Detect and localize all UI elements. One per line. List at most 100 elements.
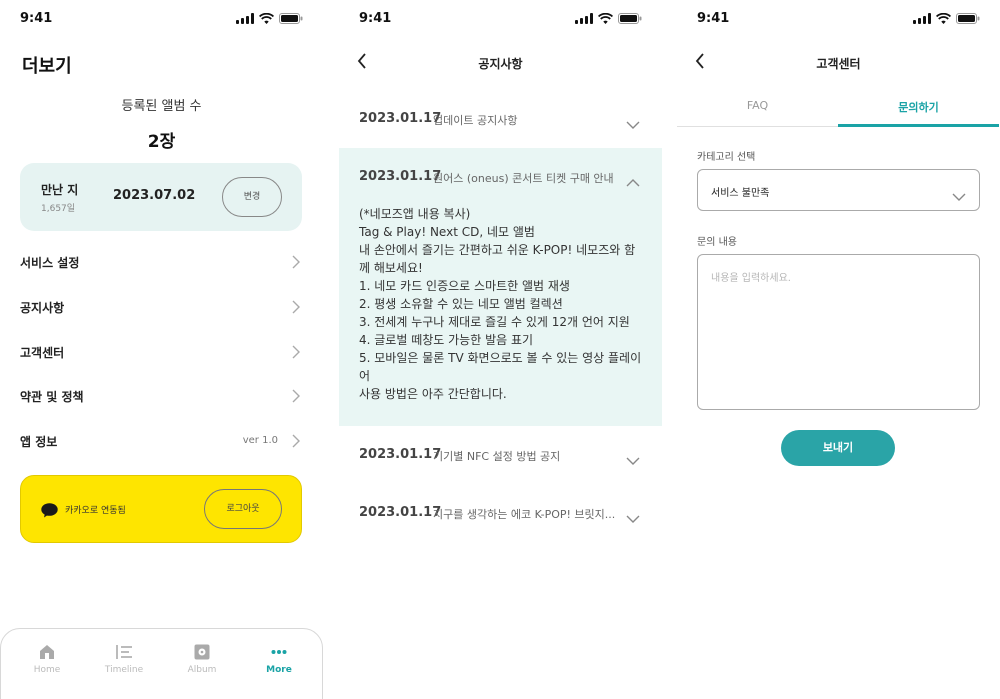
chevron-right-icon xyxy=(292,299,300,318)
menu-item-label: 고객센터 xyxy=(20,346,65,360)
more-screen: 9:41 더보기 등록된 앨범 수 2장 만난 지 1,657일 2023.07… xyxy=(0,0,323,699)
menu-item-label: 공지사항 xyxy=(20,301,65,315)
notice-date: 2023.01.17 xyxy=(359,111,442,126)
category-select[interactable]: 서비스 불만족 xyxy=(697,169,980,211)
notice-date: 2023.01.17 xyxy=(359,169,442,184)
menu-item-customer-center[interactable]: 고객센터 xyxy=(20,333,302,373)
tab-label: Timeline xyxy=(104,665,144,675)
signal-icon xyxy=(236,13,254,24)
notice-date: 2023.01.17 xyxy=(359,505,442,520)
notice-screen: 9:41 공지사항 2023.01.17 업데이트 공지사항 2023.01.1… xyxy=(339,0,662,699)
chevron-right-icon xyxy=(292,433,300,452)
notice-title: 원어스 (oneus) 콘서트 티켓 구매 안내 xyxy=(433,172,614,185)
tab-label: Album xyxy=(187,665,217,675)
chevron-right-icon xyxy=(292,388,300,407)
chevron-down-icon xyxy=(626,508,640,527)
menu-item-service-settings[interactable]: 서비스 설정 xyxy=(20,243,302,283)
notice-body-line: 2. 평생 소유할 수 있는 네모 앨범 컬렉션 xyxy=(359,297,563,311)
notice-title: 기기별 NFC 설정 방법 공지 xyxy=(433,450,561,463)
tab-label: Home xyxy=(33,665,61,675)
chevron-down-icon xyxy=(952,186,966,205)
status-bar: 9:41 xyxy=(339,0,662,40)
battery-icon xyxy=(279,13,303,24)
menu-item-app-info[interactable]: 앱 정보 ver 1.0 xyxy=(20,422,302,462)
notice-item-expanded[interactable]: 2023.01.17 원어스 (oneus) 콘서트 티켓 구매 안내 (*네모… xyxy=(339,148,662,426)
tab-label: More xyxy=(266,665,292,675)
kakao-link-card: 카카오로 연동됨 로그아웃 xyxy=(20,475,302,543)
notice-body-line: Tag & Play! Next CD, 네모 앨범 xyxy=(359,225,535,239)
notice-body-line: 어 xyxy=(359,369,371,383)
status-icons xyxy=(575,13,642,24)
notice-body: (*네모즈앱 내용 복사) Tag & Play! Next CD, 네모 앨범… xyxy=(359,205,649,403)
category-value: 서비스 불만족 xyxy=(711,188,770,199)
notice-body-line: 5. 모바일은 물론 TV 화면으로도 볼 수 있는 영상 플레이 xyxy=(359,351,642,365)
meet-label: 만난 지 xyxy=(41,183,79,197)
home-icon xyxy=(17,641,77,663)
notice-body-line: (*네모즈앱 내용 복사) xyxy=(359,207,471,221)
tab-bar: Home Timeline Album More xyxy=(0,628,323,699)
change-date-button[interactable]: 변경 xyxy=(222,177,282,217)
app-version: ver 1.0 xyxy=(242,435,278,446)
notice-title: 지구를 생각하는 에코 K-POP! 브릿지... xyxy=(433,508,616,521)
meet-days: 1,657일 xyxy=(41,204,76,214)
tab-timeline[interactable]: Timeline xyxy=(94,641,154,675)
timeline-icon xyxy=(94,641,154,663)
tab-inquiry[interactable]: 문의하기 xyxy=(838,87,999,127)
chevron-right-icon xyxy=(292,344,300,363)
menu-item-label: 서비스 설정 xyxy=(20,256,80,270)
menu-item-label: 앱 정보 xyxy=(20,435,58,449)
notice-date: 2023.01.17 xyxy=(359,447,442,462)
album-count-label: 등록된 앨범 수 xyxy=(121,99,202,114)
album-count: 2장 xyxy=(147,132,176,152)
chevron-down-icon xyxy=(626,114,640,133)
notice-body-line: 께 해보세요! xyxy=(359,261,423,275)
notice-body-line: 내 손안에서 즐기는 간편하고 쉬운 K-POP! 네모즈와 함 xyxy=(359,243,636,257)
category-label: 카테고리 선택 xyxy=(697,152,756,163)
chevron-up-icon xyxy=(626,172,640,191)
notice-body-line: 4. 글로벌 떼창도 가능한 발음 표기 xyxy=(359,333,534,347)
wifi-icon xyxy=(598,13,613,24)
menu-item-terms[interactable]: 약관 및 정책 xyxy=(20,377,302,417)
inquiry-content-field[interactable]: 내용을 입력하세요. xyxy=(697,254,980,410)
wifi-icon xyxy=(259,13,274,24)
tab-more[interactable]: More xyxy=(249,641,309,675)
more-icon xyxy=(249,641,309,663)
status-bar: 9:41 xyxy=(677,0,1000,40)
status-time: 9:41 xyxy=(359,11,392,26)
notice-item[interactable]: 2023.01.17 지구를 생각하는 에코 K-POP! 브릿지... xyxy=(339,490,662,536)
signal-icon xyxy=(913,13,931,24)
signal-icon xyxy=(575,13,593,24)
notice-body-line: 사용 방법은 아주 간단합니다. xyxy=(359,387,507,401)
chevron-down-icon xyxy=(626,450,640,469)
status-bar: 9:41 xyxy=(0,0,323,40)
tab-faq[interactable]: FAQ xyxy=(677,87,838,127)
notice-body-line: 1. 네모 카드 인증으로 스마트한 앨범 재생 xyxy=(359,279,570,293)
content-placeholder: 내용을 입력하세요. xyxy=(711,273,791,284)
battery-icon xyxy=(956,13,980,24)
tab-home[interactable]: Home xyxy=(17,641,77,675)
notice-item[interactable]: 2023.01.17 업데이트 공지사항 xyxy=(339,95,662,141)
kakao-status: 카카오로 연동됨 xyxy=(65,506,126,516)
status-time: 9:41 xyxy=(20,11,53,26)
page-title: 고객센터 xyxy=(816,57,861,71)
notice-body-line: 3. 전세계 누구나 제대로 즐길 수 있게 12개 언어 지원 xyxy=(359,315,630,329)
menu-item-label: 약관 및 정책 xyxy=(20,390,84,404)
notice-item[interactable]: 2023.01.17 기기별 NFC 설정 방법 공지 xyxy=(339,432,662,478)
chevron-right-icon xyxy=(292,254,300,273)
status-icons xyxy=(913,13,980,24)
tab-album[interactable]: Album xyxy=(172,641,232,675)
album-icon xyxy=(172,641,232,663)
wifi-icon xyxy=(936,13,951,24)
page-title: 더보기 xyxy=(22,56,72,77)
logout-button[interactable]: 로그아웃 xyxy=(204,489,282,529)
meet-card: 만난 지 1,657일 2023.07.02 변경 xyxy=(20,163,302,231)
content-label: 문의 내용 xyxy=(697,237,737,248)
notice-title: 업데이트 공지사항 xyxy=(433,114,518,127)
menu-item-notices[interactable]: 공지사항 xyxy=(20,288,302,328)
status-time: 9:41 xyxy=(697,11,730,26)
send-button[interactable]: 보내기 xyxy=(781,430,895,466)
status-icons xyxy=(236,13,303,24)
battery-icon xyxy=(618,13,642,24)
support-screen: 9:41 고객센터 FAQ 문의하기 카테고리 선택 서비스 불만족 문의 내용… xyxy=(677,0,1000,699)
page-title: 공지사항 xyxy=(478,57,523,71)
